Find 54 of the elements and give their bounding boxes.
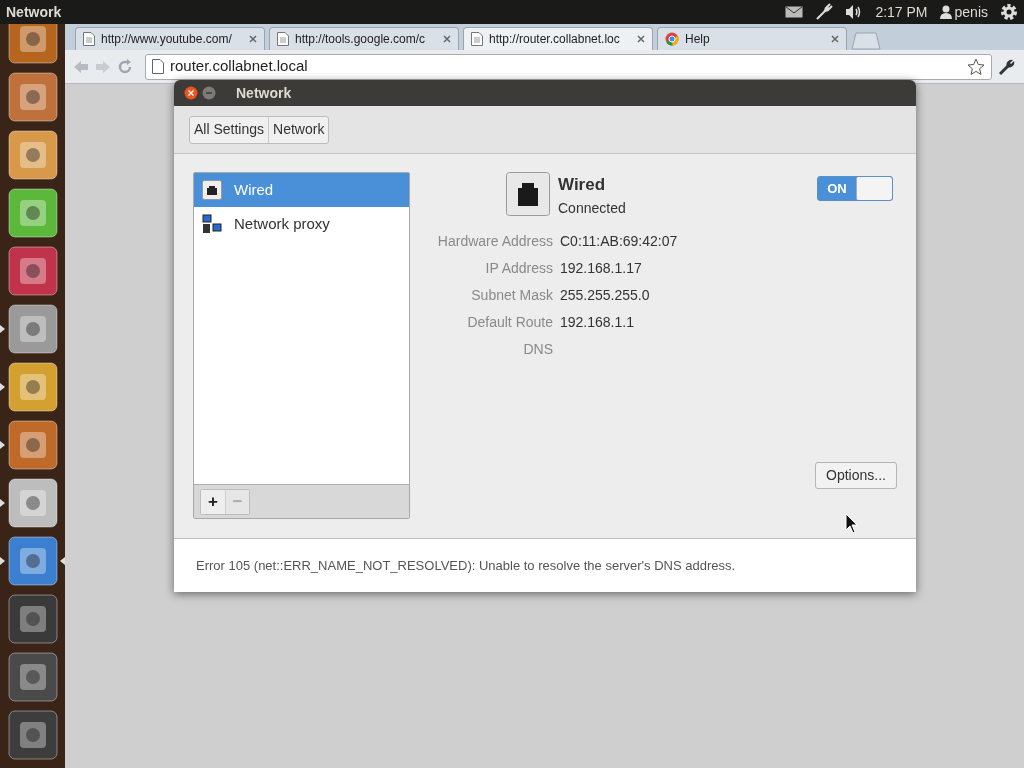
- close-icon[interactable]: [637, 35, 645, 43]
- device-list-item[interactable]: Network proxy: [194, 207, 409, 241]
- computers-icon: [202, 214, 222, 234]
- clock[interactable]: 2:17 PM: [875, 1, 928, 23]
- cursor-icon: [845, 513, 859, 534]
- mail-icon[interactable]: [785, 6, 804, 18]
- user-icon[interactable]: [939, 5, 952, 19]
- browser-tab[interactable]: http://tools.google.com/c: [269, 27, 459, 50]
- network-plug-icon[interactable]: [815, 3, 834, 21]
- page-icon: [277, 32, 289, 46]
- user-name[interactable]: penis: [954, 1, 988, 23]
- options-button[interactable]: Options...: [815, 462, 897, 489]
- app-icon[interactable]: [7, 478, 58, 528]
- ethernet-port-icon: [506, 172, 550, 216]
- page-icon: [471, 32, 483, 46]
- window-title: Network: [236, 83, 292, 103]
- browser-tab[interactable]: http://www.youtube.com/: [75, 27, 265, 50]
- app-icon[interactable]: [7, 188, 58, 238]
- bookmark-star-icon[interactable]: [967, 57, 985, 76]
- breadcrumb-button[interactable]: Network: [268, 116, 329, 143]
- detail-label: DNS: [522, 340, 553, 359]
- browser-tab[interactable]: http://router.collabnet.loc: [463, 27, 653, 50]
- browser-tab[interactable]: Help: [657, 27, 847, 50]
- add-button[interactable]: +: [201, 489, 225, 514]
- page-icon: [83, 32, 95, 46]
- detail-value: 255.255.255.0: [560, 286, 650, 305]
- detail-value: 192.168.1.17: [560, 259, 642, 278]
- error-message: Error 105 (net::ERR_NAME_NOT_RESOLVED): Unable to resolve the server's DNS address.: [196, 556, 736, 575]
- detail-value: 192.168.1.1: [560, 313, 634, 332]
- ethernet-port-icon: [202, 180, 222, 200]
- app-icon[interactable]: [7, 420, 58, 470]
- detail-value: C0:11:AB:69:42:07: [560, 232, 678, 251]
- close-icon[interactable]: [184, 86, 198, 100]
- detail-label: Default Route: [466, 313, 553, 332]
- app-icon[interactable]: [7, 304, 58, 354]
- device-status: Connected: [558, 198, 626, 218]
- app-icon[interactable]: [7, 536, 58, 586]
- breadcrumb-button[interactable]: All Settings: [190, 116, 269, 143]
- app-icon[interactable]: [7, 130, 58, 180]
- wrench-icon[interactable]: [998, 57, 1016, 76]
- app-icon[interactable]: [7, 652, 58, 702]
- app-icon[interactable]: [7, 362, 58, 412]
- app-icon[interactable]: [7, 24, 58, 64]
- chrome-icon: [665, 32, 679, 46]
- app-title: Network: [6, 2, 62, 22]
- app-icon[interactable]: [7, 72, 58, 122]
- detail-label: IP Address: [484, 259, 553, 278]
- detail-label: Hardware Address: [436, 232, 553, 251]
- app-icon[interactable]: [7, 246, 58, 296]
- settings-icon[interactable]: [1000, 3, 1018, 21]
- device-name: Wired: [558, 174, 607, 196]
- page-icon: [152, 59, 164, 74]
- detail-label: Subnet Mask: [470, 286, 553, 305]
- address-bar[interactable]: router.collabnet.local: [145, 53, 992, 80]
